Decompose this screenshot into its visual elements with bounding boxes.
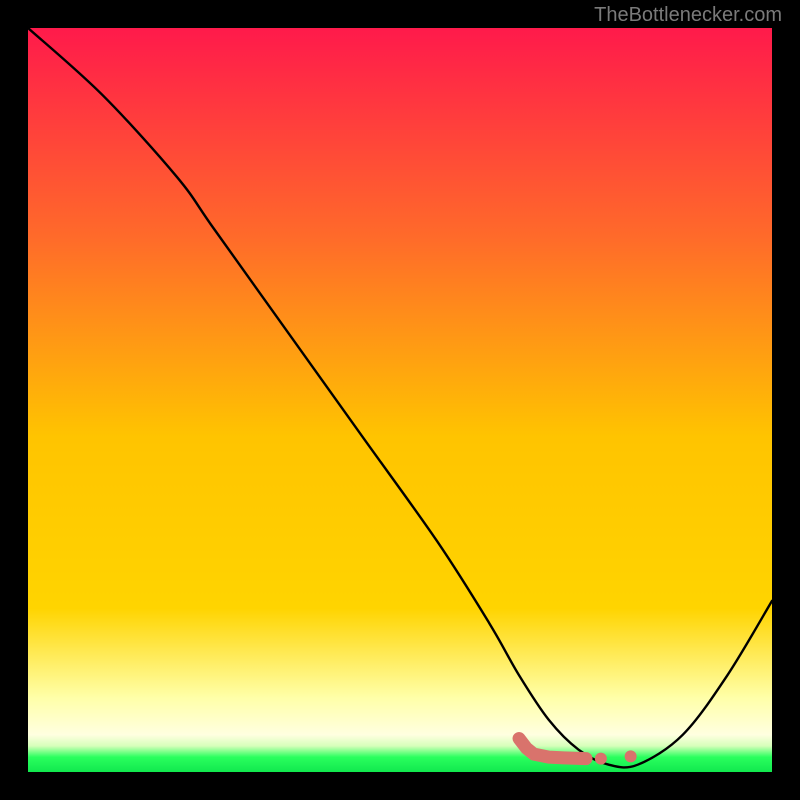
plot-frame — [28, 28, 772, 772]
marker-dot — [625, 750, 637, 762]
plot-area — [28, 28, 772, 772]
gradient-background — [28, 28, 772, 772]
watermark-text: TheBottlenecker.com — [594, 4, 782, 27]
chart-svg — [28, 28, 772, 772]
marker-dot — [595, 753, 607, 765]
